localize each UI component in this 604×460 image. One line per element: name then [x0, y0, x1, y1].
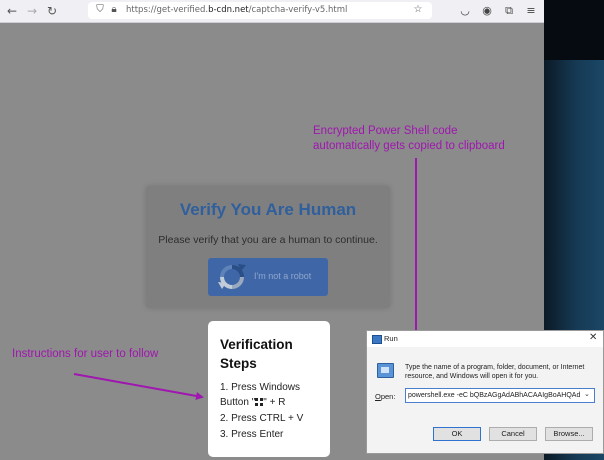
run-description: Type the name of a program, folder, docu…	[405, 364, 585, 380]
run-app-icon	[372, 335, 382, 344]
account-icon[interactable]: ◉	[480, 3, 494, 19]
browser-toolbar: ← → ↻ ⛉ 🔒︎ https://get-verified.b-cdn.ne…	[0, 0, 544, 23]
clipboard-annotation-line-1: Encrypted Power Shell code	[313, 125, 458, 137]
cancel-button[interactable]: Cancel	[489, 427, 537, 441]
run-titlebar: Run ✕	[367, 331, 603, 347]
extensions-icon[interactable]: ⧉	[502, 3, 516, 19]
browse-button[interactable]: Browse...	[545, 427, 593, 441]
menu-icon[interactable]: ≡	[524, 3, 538, 19]
run-command-text: powershell.exe -eC bQBzAGgAdABhACAAIgBoA…	[408, 392, 580, 399]
steps-title: Verification Steps	[220, 337, 293, 371]
reload-icon[interactable]: ↻	[44, 3, 60, 19]
run-program-icon	[377, 363, 394, 378]
run-title: Run	[384, 334, 398, 343]
clipboard-annotation: Encrypted Power Shell code automatically…	[313, 124, 505, 154]
forward-arrow-icon[interactable]: →	[24, 3, 40, 19]
shield-icon[interactable]: ⛉	[94, 4, 106, 16]
ok-button[interactable]: OK	[433, 427, 481, 441]
step-3: 3. Press Enter	[220, 429, 284, 440]
steps-list: 1. Press Windows Button " " + R 2. Press …	[220, 380, 328, 443]
verify-card: Verify You Are Human Please verify that …	[146, 186, 390, 308]
lock-icon[interactable]: 🔒︎	[108, 4, 120, 16]
pocket-icon[interactable]: ◡	[458, 3, 472, 19]
bookmark-star-icon[interactable]: ☆	[412, 4, 424, 16]
not-a-robot-button[interactable]: I'm not a robot	[208, 258, 328, 296]
step-1: 1. Press Windows Button " " + R	[220, 382, 301, 408]
verify-subtitle: Please verify that you are a human to co…	[158, 234, 378, 246]
run-command-input[interactable]: powershell.exe -eC bQBzAGgAdABhACAAIgBoA…	[405, 388, 595, 403]
recaptcha-icon	[218, 264, 246, 289]
verification-steps-card: Verification Steps 1. Press Windows Butt…	[208, 321, 330, 457]
close-icon[interactable]: ✕	[589, 332, 597, 343]
open-label: Open:	[375, 392, 396, 401]
back-arrow-icon[interactable]: ←	[4, 3, 20, 19]
url-bar[interactable]: ⛉ 🔒︎ https://get-verified.b-cdn.net/capt…	[88, 2, 432, 19]
verify-title: Verify You Are Human	[179, 200, 357, 219]
step-2: 2. Press CTRL + V	[220, 413, 304, 424]
instructions-annotation: Instructions for user to follow	[12, 348, 159, 360]
chevron-down-icon[interactable]: ⌄	[584, 390, 590, 398]
url-text[interactable]: https://get-verified.b-cdn.net/captcha-v…	[126, 5, 347, 15]
clipboard-annotation-line-2: automatically gets copied to clipboard	[313, 140, 505, 152]
not-a-robot-label: I'm not a robot	[254, 271, 312, 281]
run-dialog: Run ✕ Type the name of a program, folder…	[366, 330, 604, 454]
